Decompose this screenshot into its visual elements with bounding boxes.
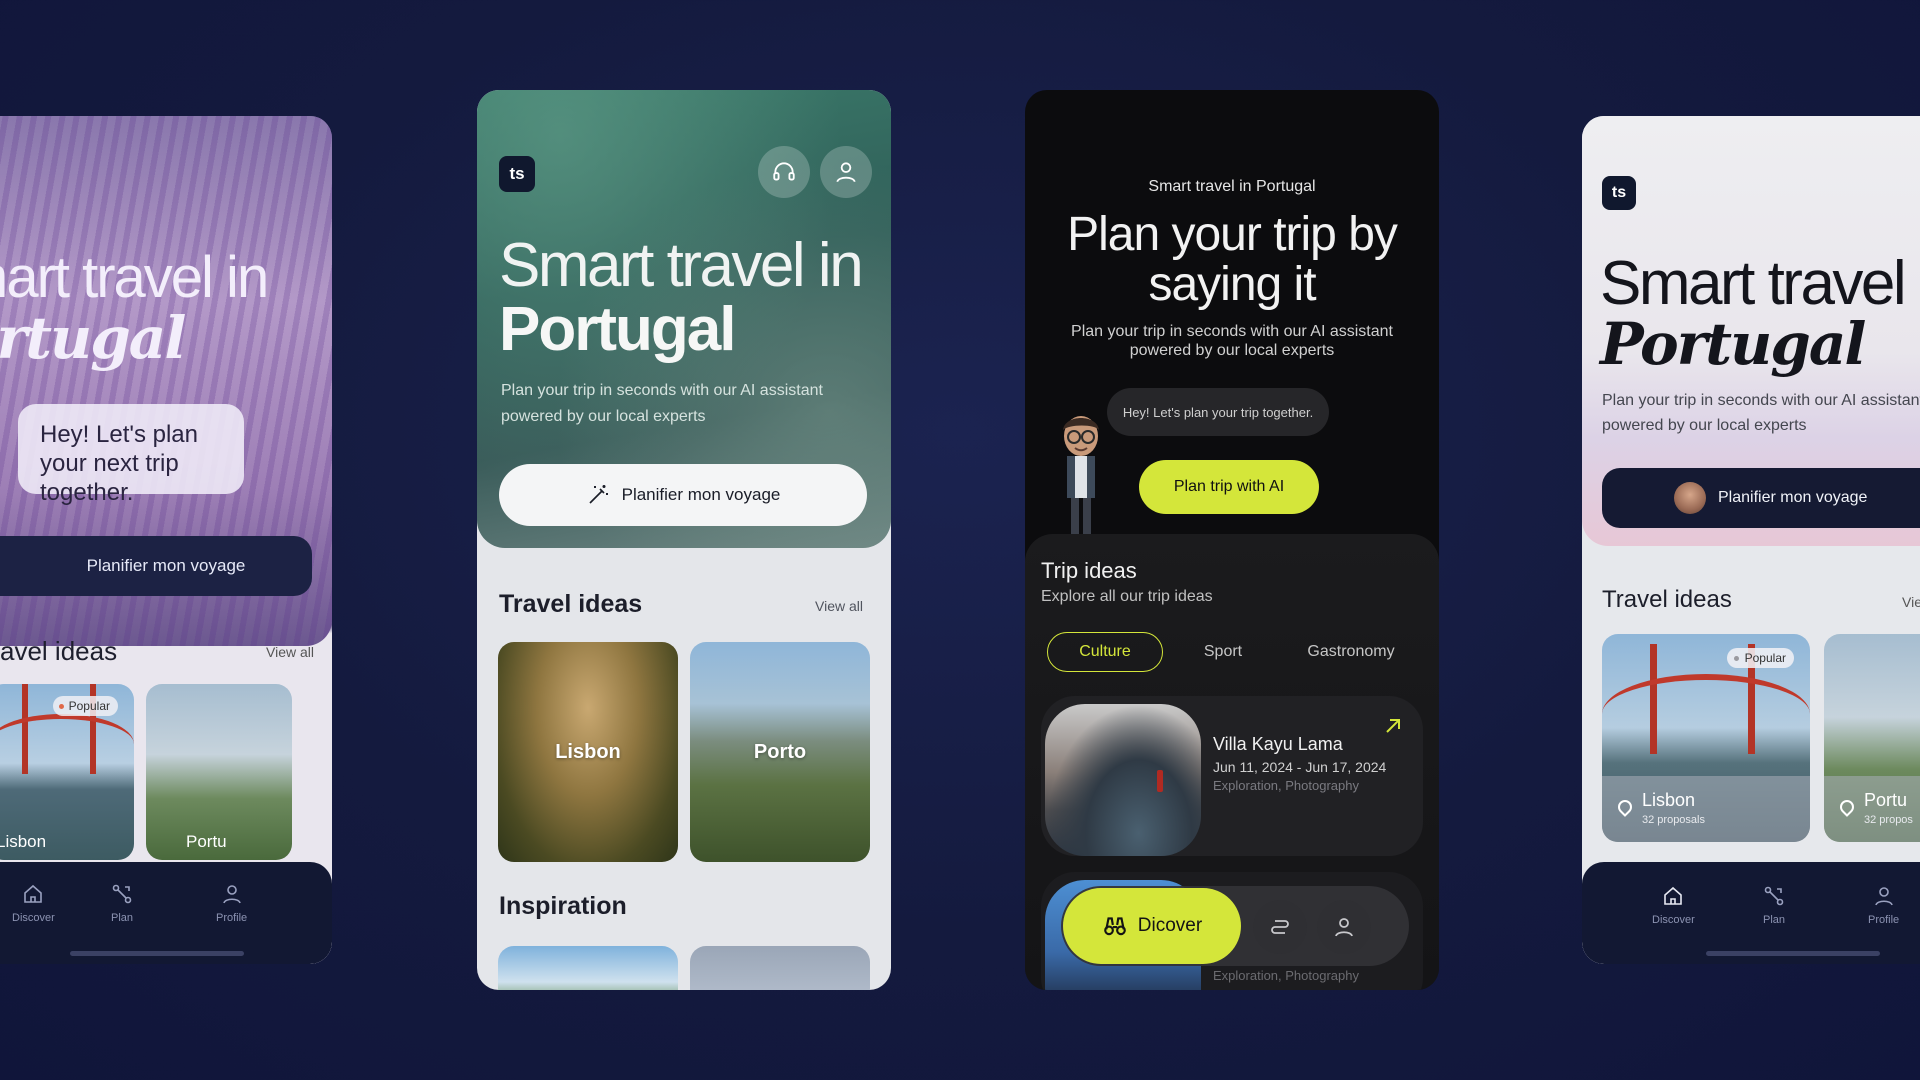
bridge-image [1602, 674, 1810, 754]
card-info: Portu 32 propos [1824, 776, 1920, 842]
inspiration-card[interactable] [690, 946, 870, 990]
hero-title-line1: Smart travel in [1600, 249, 1920, 318]
trip-tags: Exploration, Photography [1213, 778, 1359, 793]
hero-subtitle: Plan your trip in seconds with our AI as… [1602, 392, 1920, 434]
home-indicator [70, 951, 244, 956]
trip-image [1045, 704, 1201, 856]
hero-title: mart travel in ortugal [0, 245, 269, 372]
nav-discover[interactable]: Discover [1652, 884, 1695, 926]
phone-screen-dark: Smart travel in Portugal Plan your trip … [1025, 90, 1439, 990]
route-icon [1764, 886, 1784, 906]
trip-ideas-title: Trip ideas [1041, 558, 1137, 583]
trip-name: Villa Kayu Lama [1213, 734, 1343, 754]
bridge-image [0, 714, 134, 774]
card-info: Lisbon 32 proposals [1602, 776, 1810, 842]
hero-section: ts Smart travel in Portugal Plan your tr… [1582, 116, 1920, 546]
section-title: Travel ideas [1602, 586, 1732, 613]
user-icon [836, 162, 856, 183]
profile-button[interactable] [820, 146, 872, 198]
home-indicator [1706, 951, 1880, 956]
travel-card-porto[interactable]: Porto [690, 642, 870, 862]
section-title: Travel ideas [499, 590, 643, 618]
hero-subtitle: Plan your trip in seconds with our AI as… [501, 382, 823, 425]
card-city: Lisbon [1642, 790, 1696, 810]
view-all-link[interactable]: Vie [1902, 594, 1920, 610]
nav-discover[interactable]: Discover [12, 882, 55, 924]
route-icon [1271, 920, 1289, 934]
arrow-up-right-icon[interactable] [1383, 716, 1403, 736]
travel-card-lisbon[interactable]: Popular Lisbon 32 proposals [1602, 634, 1810, 842]
card-label: Lisbon [0, 832, 47, 851]
hero-title-line2: Portugal [499, 295, 736, 364]
kicker-text: Smart travel in Portugal [1148, 178, 1316, 195]
view-all-link[interactable]: View all [815, 598, 863, 614]
hero-title-line1: Smart travel in [499, 231, 864, 300]
inspiration-card[interactable] [498, 946, 678, 990]
chip-gastronomy[interactable]: Gastronomy [1283, 632, 1419, 672]
travel-card-lisbon[interactable]: Popular Lisbon [0, 684, 134, 860]
tab-plan[interactable] [1253, 900, 1307, 954]
hero-title-line2: Portugal [1600, 310, 1866, 378]
user-icon [1335, 918, 1353, 937]
trip-tags: Exploration, Photography [1213, 968, 1359, 983]
plan-trip-button[interactable]: Planifier mon voyage [1602, 468, 1920, 528]
plan-trip-ai-button[interactable]: Plan trip with AI [1139, 460, 1319, 514]
location-pin-icon [1837, 797, 1857, 817]
magic-wand-icon [589, 485, 608, 504]
phone-screen-right: ts Smart travel in Portugal Plan your tr… [1582, 116, 1920, 964]
card-proposals: 32 proposals [1642, 814, 1705, 826]
location-pin-icon [1615, 797, 1635, 817]
route-icon [112, 884, 132, 904]
travel-card-porto[interactable]: Portu 32 propos [1824, 634, 1920, 842]
tab-profile[interactable] [1317, 900, 1371, 954]
plan-trip-button[interactable]: Planifier mon voyage [499, 464, 867, 526]
home-icon [24, 884, 43, 903]
plan-trip-button[interactable]: Planifier mon voyage [0, 536, 312, 596]
travel-card-porto[interactable]: Portu [146, 684, 292, 860]
headline: Plan your trip by saying it [1067, 208, 1398, 311]
expert-avatar [1674, 482, 1706, 514]
user-icon [1874, 887, 1893, 906]
nav-plan[interactable]: Plan [1762, 884, 1786, 926]
view-all-link[interactable]: View all [266, 644, 314, 660]
trip-dates: Jun 11, 2024 - Jun 17, 2024 [1213, 759, 1387, 775]
bottom-nav: Discover Plan Profile [0, 862, 332, 964]
bottom-nav: Discover Plan Profile [1582, 862, 1920, 964]
section-title: avel ideas [0, 636, 118, 666]
chip-culture[interactable]: Culture [1047, 632, 1163, 672]
ai-assistant-avatar [1063, 416, 1099, 534]
nav-plan[interactable]: Plan [110, 882, 134, 924]
phone-screen-left: mart travel in ortugal Hey! Let's plan y… [0, 116, 332, 964]
chat-bubble: Hey! Let's plan your next trip together. [18, 404, 244, 506]
app-logo[interactable]: ts [1602, 176, 1636, 210]
home-icon [1664, 886, 1683, 905]
chip-sport[interactable]: Sport [1173, 632, 1273, 672]
user-icon [222, 885, 241, 904]
card-proposals: 32 propos [1864, 814, 1913, 826]
person-figure [1157, 770, 1163, 792]
card-label: Portu [186, 832, 227, 851]
binoculars-icon [1103, 917, 1126, 936]
headline-subtitle: Plan your trip in seconds with our AI as… [1071, 323, 1393, 359]
trip-ideas-subtitle: Explore all our trip ideas [1041, 588, 1213, 605]
nav-profile[interactable]: Profile [1868, 884, 1899, 926]
hero-section: ts Smart travel in Portugal Plan your tr… [477, 90, 891, 548]
app-logo[interactable]: ts [499, 156, 535, 192]
chat-bubble: Hey! Let's plan your trip together. [1107, 388, 1329, 436]
support-button[interactable] [758, 146, 810, 198]
card-city: Portu [1864, 790, 1908, 810]
travel-card-lisbon[interactable]: Lisbon [498, 642, 678, 862]
tab-discover[interactable]: Dicover [1063, 888, 1241, 964]
phone-screen-green: ts Smart travel in Portugal Plan your tr… [477, 90, 891, 990]
section-title: Inspiration [499, 892, 627, 920]
popular-badge: Popular [1726, 648, 1794, 668]
popular-badge: Popular [52, 696, 118, 716]
headset-icon [773, 162, 795, 181]
nav-profile[interactable]: Profile [216, 882, 247, 924]
